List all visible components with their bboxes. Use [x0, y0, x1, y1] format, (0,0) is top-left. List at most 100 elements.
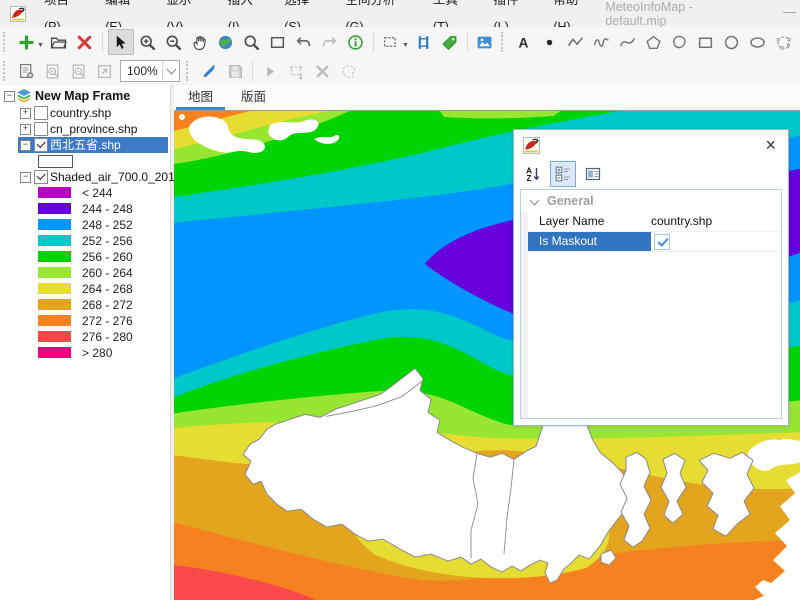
- is-maskout-checkbox[interactable]: [654, 234, 670, 250]
- legend-label: 260 - 264: [82, 265, 133, 281]
- legend-swatch: [38, 219, 71, 230]
- insert-image-icon[interactable]: [473, 30, 497, 54]
- tree-root-map-frame[interactable]: − New Map Frame: [0, 88, 170, 105]
- tab-layout[interactable]: 版面: [227, 85, 280, 110]
- fit-page-icon[interactable]: [92, 59, 116, 83]
- layer-row-2[interactable]: − 西北五省.shp: [0, 137, 170, 153]
- legend-label: 276 - 280: [82, 329, 133, 345]
- toolbar-grip: [3, 61, 10, 81]
- legend-item-6: 264 - 268: [0, 281, 170, 297]
- layers-icon: [16, 88, 32, 104]
- minimize-button[interactable]: —: [783, 4, 796, 19]
- layers-panel: − New Map Frame + country.shp + cn_province.s…: [0, 85, 171, 600]
- app-logo-icon: [10, 6, 26, 22]
- toolbar-separator: [102, 32, 103, 52]
- legend-label: 252 - 256: [82, 233, 133, 249]
- property-row-layer-name[interactable]: Layer Name country.shp: [521, 212, 781, 232]
- zoom-in-icon[interactable]: [136, 30, 160, 54]
- layer-visibility-checkbox[interactable]: [34, 122, 48, 136]
- draw-circle-icon[interactable]: [720, 30, 744, 54]
- dialog-title-bar[interactable]: ×: [514, 130, 788, 160]
- layer-name[interactable]: Shaded_air_700.0_2016: [50, 169, 181, 185]
- expand-icon[interactable]: +: [20, 124, 31, 135]
- legend-item-9: 276 - 280: [0, 329, 170, 345]
- redo-icon[interactable]: [318, 30, 342, 54]
- sort-alphabetical-icon[interactable]: AZ: [520, 161, 546, 187]
- collapse-icon[interactable]: −: [20, 172, 31, 183]
- legend-item-5: 260 - 264: [0, 265, 170, 281]
- close-icon[interactable]: ×: [765, 133, 776, 157]
- remove-layer-icon[interactable]: [73, 30, 97, 54]
- draw-rectangle-icon[interactable]: [694, 30, 718, 54]
- save-icon[interactable]: [223, 59, 247, 83]
- legend-label: 268 - 272: [82, 297, 133, 313]
- draw-closed-curve-icon[interactable]: [668, 30, 692, 54]
- dropdown-caret-icon[interactable]: ▼: [37, 42, 44, 49]
- check-icon: [657, 235, 668, 246]
- svg-text:A: A: [519, 34, 529, 50]
- select-icon[interactable]: [108, 29, 134, 55]
- layer-name[interactable]: 西北五省.shp: [50, 137, 121, 153]
- measure-icon[interactable]: [412, 30, 436, 54]
- draw-curve-icon[interactable]: [616, 30, 640, 54]
- map-frame-label: New Map Frame: [35, 88, 130, 104]
- expand-icon[interactable]: +: [20, 108, 31, 119]
- page-zoom-out-icon[interactable]: [66, 59, 90, 83]
- draw-ellipse-icon[interactable]: [746, 30, 770, 54]
- legend-item-8: 272 - 276: [0, 313, 170, 329]
- zoom-to-layer-icon[interactable]: [240, 30, 264, 54]
- window-title: MeteoInfoMap - default.mip: [605, 0, 800, 28]
- zoom-level-value: 100%: [121, 64, 162, 78]
- draw-polyline-icon[interactable]: [564, 30, 588, 54]
- layer-row-0[interactable]: + country.shp: [0, 105, 170, 121]
- edit-vertices-icon[interactable]: [284, 59, 308, 83]
- combo-dropdown-button[interactable]: [162, 61, 179, 81]
- dropdown-caret-icon[interactable]: ▼: [402, 42, 409, 49]
- full-extent-icon[interactable]: [214, 30, 238, 54]
- layer-row-1[interactable]: + cn_province.shp: [0, 121, 170, 137]
- sort-categorized-icon[interactable]: [550, 161, 576, 187]
- collapse-icon[interactable]: −: [20, 140, 31, 151]
- draw-text-icon[interactable]: A: [512, 30, 536, 54]
- zoom-level-combo[interactable]: 100%: [120, 60, 180, 82]
- delete-icon[interactable]: [310, 59, 334, 83]
- toolbar-grip: [3, 32, 10, 52]
- open-file-icon[interactable]: [47, 30, 71, 54]
- select-feature-icon[interactable]: [379, 30, 403, 54]
- layer-visibility-checkbox[interactable]: [34, 106, 48, 120]
- layer-visibility-checkbox[interactable]: [34, 138, 48, 152]
- tab-map[interactable]: 地图: [174, 85, 227, 110]
- legend-swatch: [38, 267, 71, 278]
- play-icon[interactable]: [258, 59, 282, 83]
- page-zoom-in-icon[interactable]: [40, 59, 64, 83]
- pan-icon[interactable]: [188, 30, 212, 54]
- layer-name[interactable]: cn_province.shp: [50, 121, 137, 137]
- draw-point-icon[interactable]: [538, 30, 562, 54]
- layer-properties-dialog[interactable]: × AZ General Layer Name country.shp Is M…: [513, 129, 789, 426]
- add-layer-icon[interactable]: [14, 30, 38, 54]
- edit-pencil-icon[interactable]: [197, 59, 221, 83]
- layer-row-3[interactable]: −Shaded_air_700.0_2016: [0, 169, 170, 185]
- undo-icon[interactable]: [292, 30, 316, 54]
- legend-label: 256 - 260: [82, 249, 133, 265]
- category-row-general[interactable]: General: [521, 190, 781, 212]
- check-icon: [37, 171, 46, 180]
- property-row-is-maskout[interactable]: Is Maskout: [521, 232, 781, 252]
- identify-icon[interactable]: [344, 30, 368, 54]
- legend-label: 248 - 252: [82, 217, 133, 233]
- property-value[interactable]: country.shp: [651, 212, 712, 231]
- zoom-window-icon[interactable]: [266, 30, 290, 54]
- collapse-icon[interactable]: −: [4, 91, 15, 102]
- polygon-select-icon[interactable]: [772, 30, 796, 54]
- chevron-down-icon: [530, 196, 540, 206]
- property-pages-icon[interactable]: [580, 161, 606, 187]
- zoom-out-icon[interactable]: [162, 30, 186, 54]
- label-icon[interactable]: [438, 30, 462, 54]
- legend-swatch: [38, 331, 71, 342]
- layer-name[interactable]: country.shp: [50, 105, 111, 121]
- draw-freehand-icon[interactable]: [590, 30, 614, 54]
- select-lasso-icon[interactable]: [336, 59, 360, 83]
- page-setup-icon[interactable]: [14, 59, 38, 83]
- layer-visibility-checkbox[interactable]: [34, 170, 48, 184]
- draw-polygon-icon[interactable]: [642, 30, 666, 54]
